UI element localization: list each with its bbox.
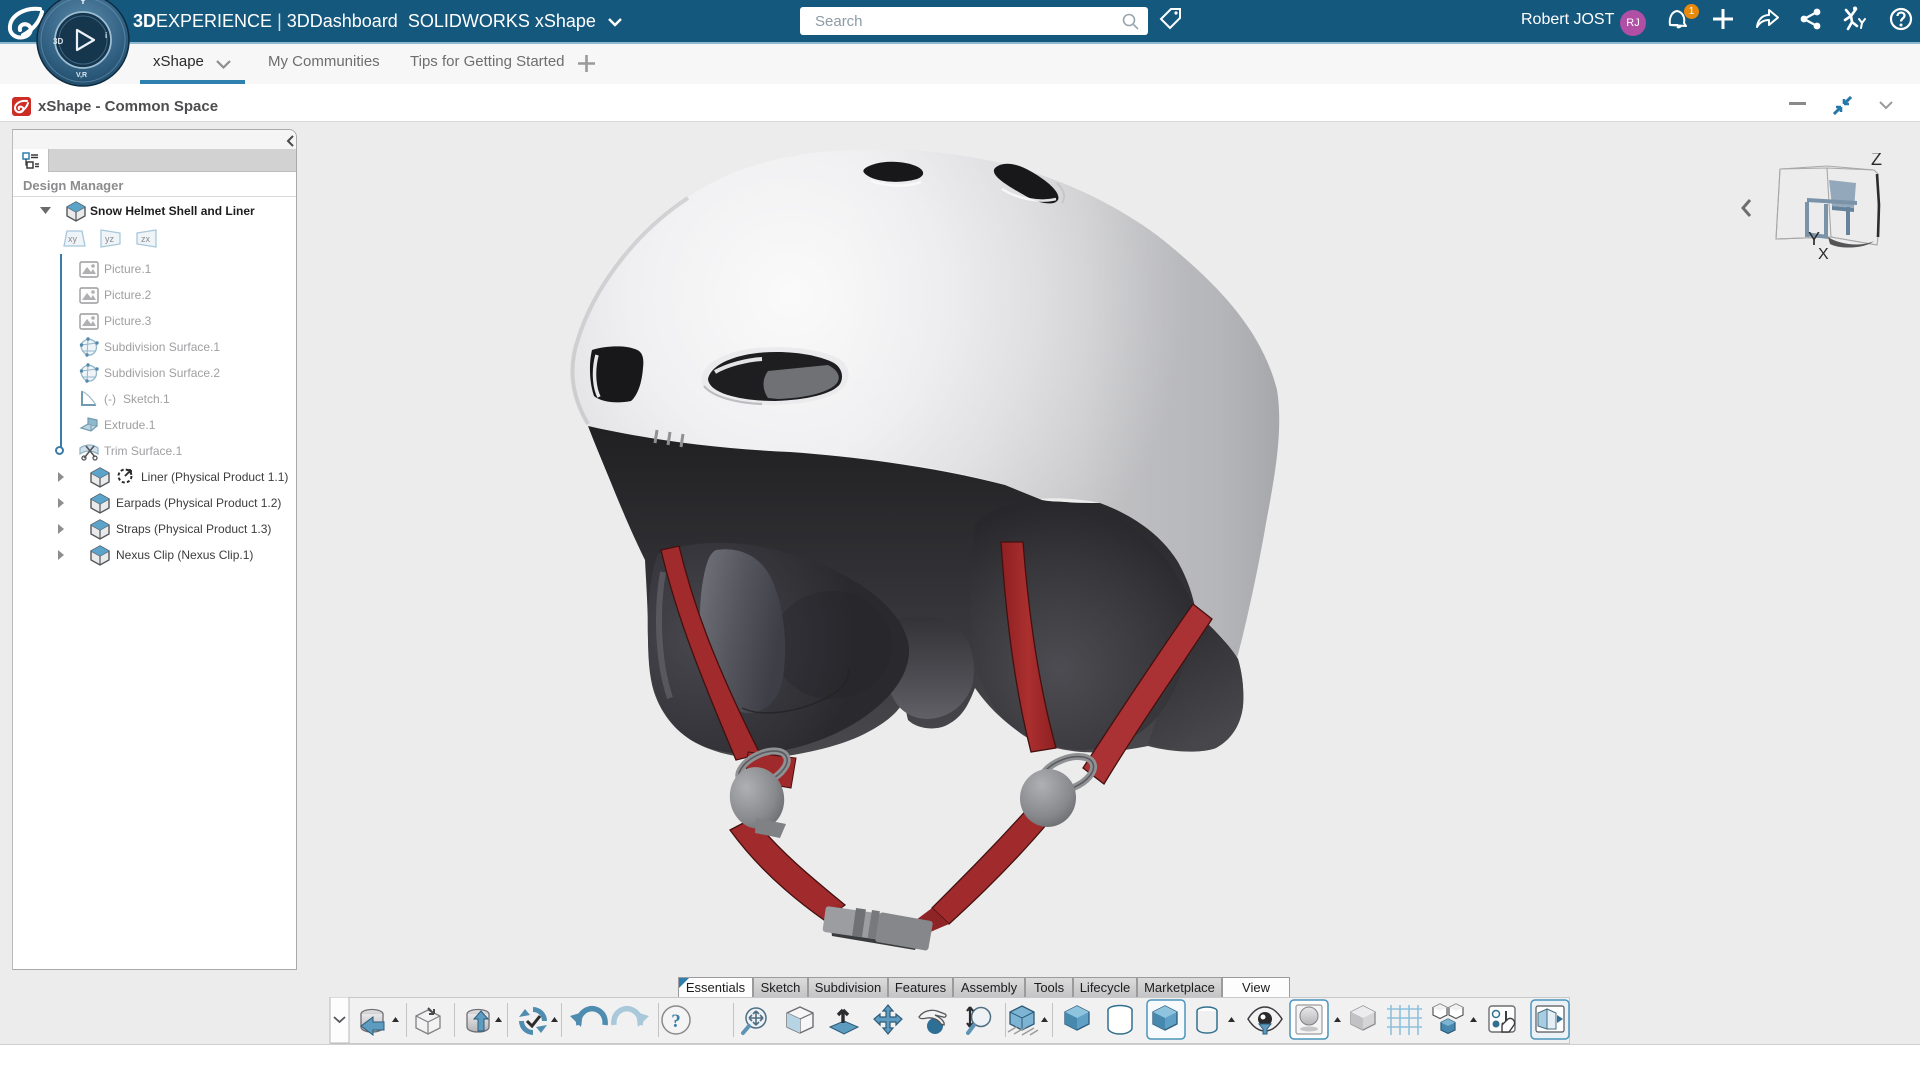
- svg-text:yz: yz: [105, 234, 115, 244]
- svg-text:V,R: V,R: [76, 72, 87, 79]
- svg-text:i: i: [105, 31, 107, 40]
- svg-text:?: ?: [671, 1011, 681, 1032]
- svg-text:X: X: [1818, 246, 1829, 263]
- svg-text:Z: Z: [1871, 153, 1882, 169]
- svg-text:xy: xy: [68, 234, 78, 244]
- svg-text:zx: zx: [141, 234, 151, 244]
- svg-text:3D: 3D: [53, 37, 63, 46]
